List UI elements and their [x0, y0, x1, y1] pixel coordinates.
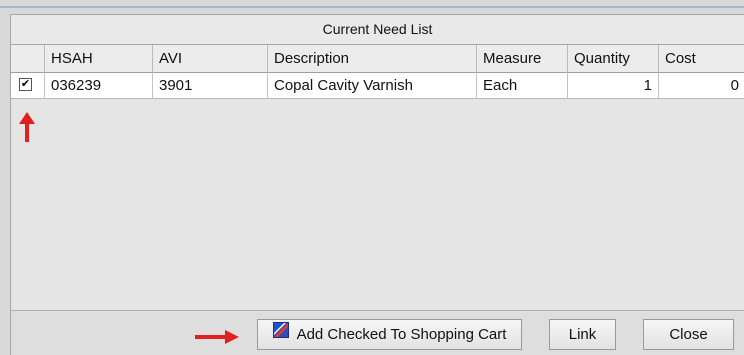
panel-title: Current Need List: [10, 14, 744, 45]
need-list-grid: HSAH AVI Description Measure Quantity Co…: [10, 45, 744, 310]
cell-avi[interactable]: 3901: [153, 73, 268, 98]
column-header-hsah[interactable]: HSAH: [45, 45, 153, 73]
shopping-cart-icon: [272, 319, 289, 348]
cell-cost[interactable]: 0: [659, 73, 744, 98]
column-header-measure[interactable]: Measure: [477, 45, 568, 73]
link-button[interactable]: Link: [549, 319, 616, 350]
column-header-avi[interactable]: AVI: [153, 45, 268, 73]
cell-hsah[interactable]: 036239: [45, 73, 153, 98]
cell-description[interactable]: Copal Cavity Varnish: [268, 73, 477, 98]
row-check-cell[interactable]: ✔: [11, 73, 45, 98]
window-top-border: [0, 6, 744, 8]
column-header-check[interactable]: [11, 45, 45, 73]
close-button[interactable]: Close: [643, 319, 734, 350]
add-checked-to-cart-button[interactable]: Add Checked To Shopping Cart: [257, 319, 522, 350]
row-checkbox[interactable]: ✔: [19, 78, 32, 91]
column-header-cost[interactable]: Cost: [659, 45, 744, 73]
table-row[interactable]: ✔ 036239 3901 Copal Cavity Varnish Each …: [11, 73, 744, 99]
add-checked-to-cart-label: Add Checked To Shopping Cart: [296, 326, 507, 343]
column-header-description[interactable]: Description: [268, 45, 477, 73]
annotation-arrow-right-icon: [195, 330, 239, 344]
current-need-list-window: Current Need List HSAH AVI Description M…: [0, 0, 744, 355]
annotation-arrow-up-icon: [19, 112, 35, 142]
column-header-quantity[interactable]: Quantity: [568, 45, 659, 73]
cell-measure[interactable]: Each: [477, 73, 568, 98]
cell-quantity[interactable]: 1: [568, 73, 659, 98]
